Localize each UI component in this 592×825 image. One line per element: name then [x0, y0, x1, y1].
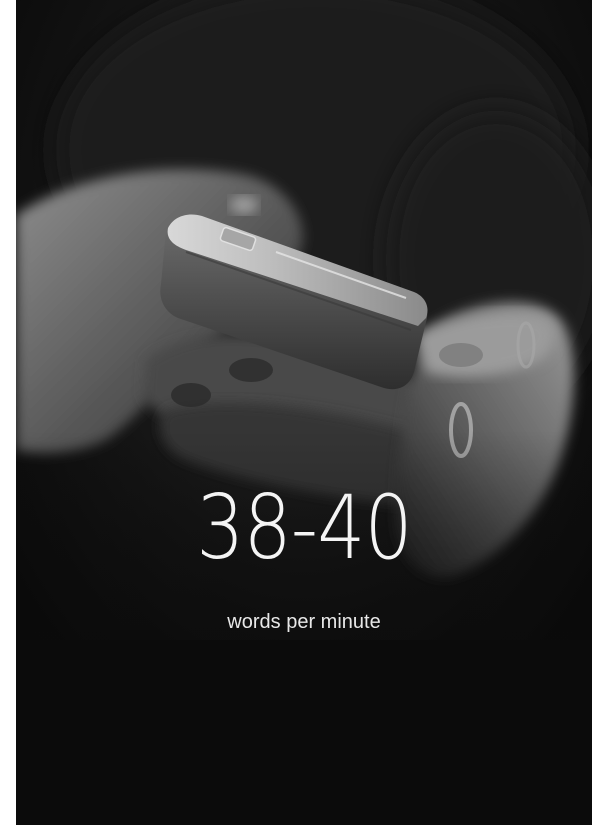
- hands-holding-phone-photo: [16, 0, 592, 825]
- stat-value: 38-40: [196, 476, 412, 579]
- poster: 38-40 words per minute: [16, 0, 592, 825]
- stat-label: words per minute: [227, 611, 381, 633]
